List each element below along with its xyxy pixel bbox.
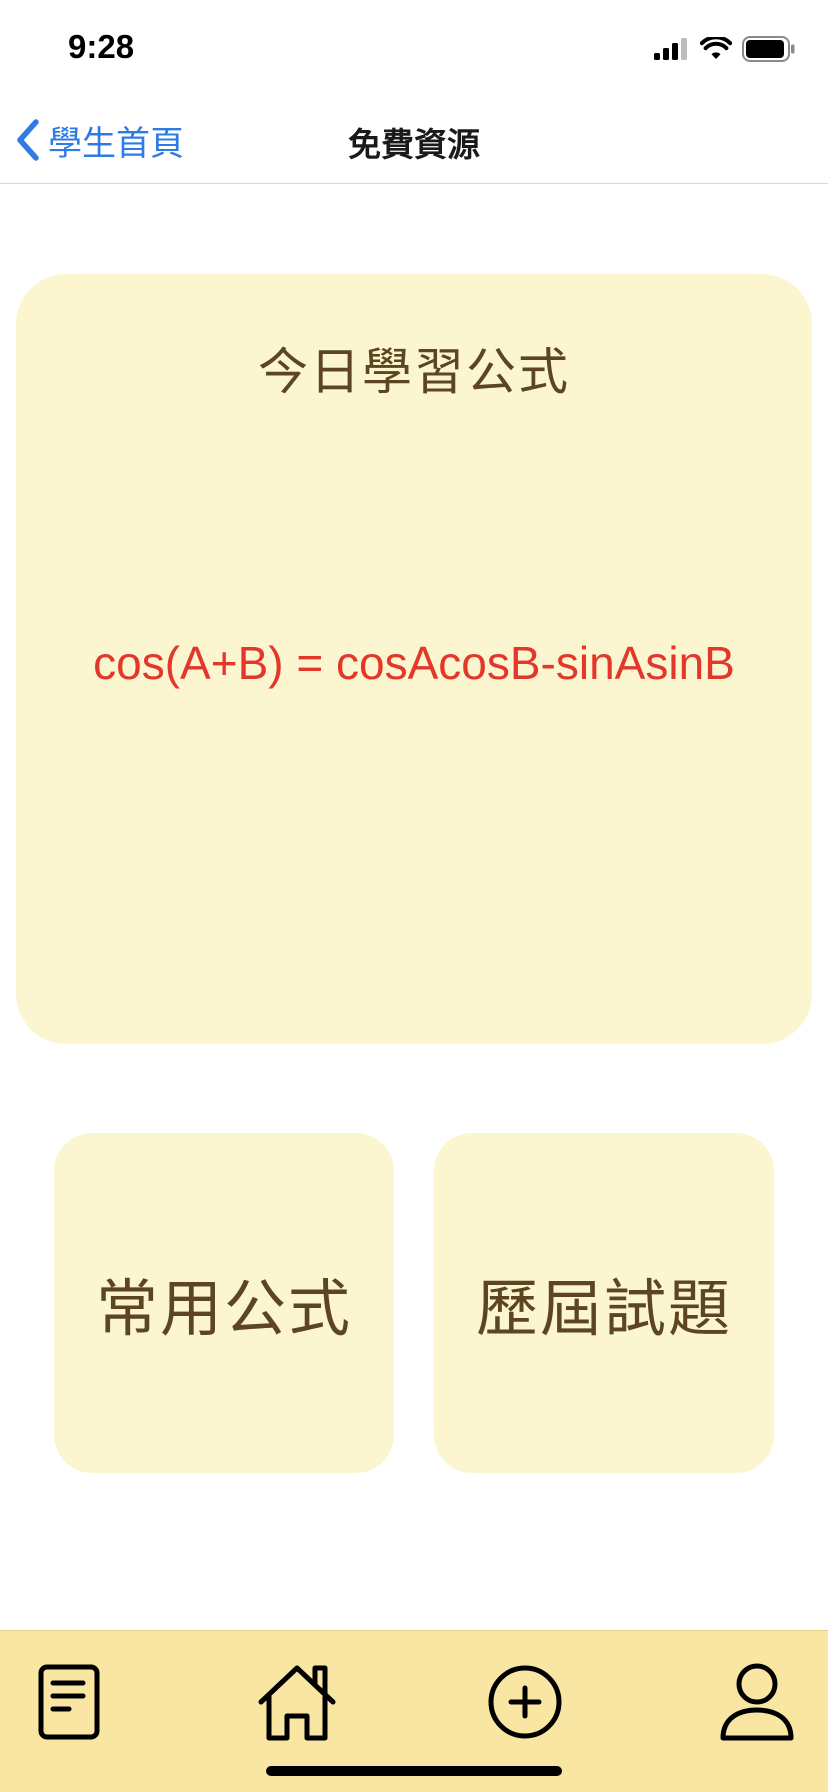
common-formulas-button[interactable]: 常用公式 [54,1133,394,1473]
status-bar: 9:28 [0,0,828,96]
today-formula-title: 今日學習公式 [258,343,570,401]
past-exams-button[interactable]: 歷屆試題 [434,1133,774,1473]
past-exams-label: 歷屆試題 [475,1272,732,1345]
cellular-signal-icon [654,38,687,60]
page-title: 免費資源 [348,125,480,164]
status-time: 9:28 [68,28,135,65]
tab-profile[interactable] [712,1657,802,1747]
profile-icon [720,1663,794,1741]
today-formula-card: 今日學習公式 cos(A+B) = cosAcosB-sinAsinB [16,274,812,1044]
home-indicator [266,1766,562,1776]
home-icon [258,1665,336,1741]
navigation-bar: 學生首頁 免費資源 [0,96,828,184]
tab-notes[interactable] [24,1657,114,1747]
common-formulas-label: 常用公式 [95,1272,352,1345]
wifi-icon [700,37,732,59]
battery-icon [742,36,795,62]
status-icons [654,34,796,64]
tab-add[interactable] [480,1657,570,1747]
document-icon [38,1664,100,1740]
tab-home[interactable] [252,1657,342,1747]
add-circle-icon [488,1665,562,1739]
today-formula-text: cos(A+B) = cosAcosB-sinAsinB [93,637,735,689]
